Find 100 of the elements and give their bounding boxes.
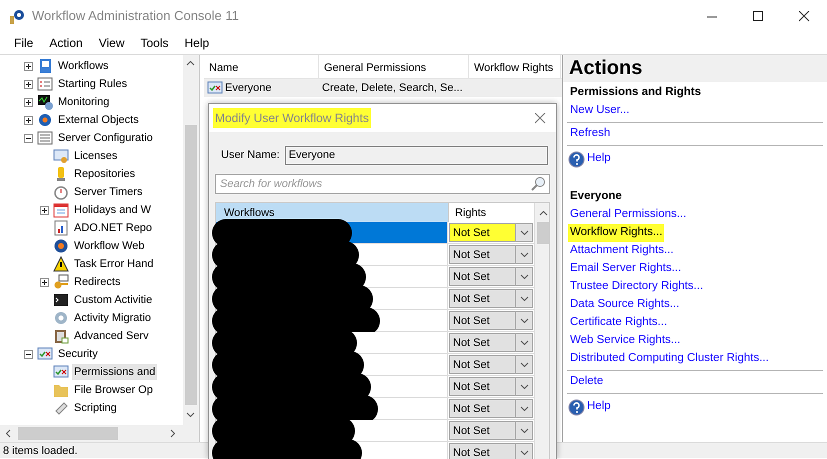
column-header[interactable]: Workflows: [216, 203, 448, 222]
caret-icon: [520, 428, 528, 434]
user-name-field[interactable]: Everyone: [284, 146, 548, 165]
scroll-up-icon[interactable]: [186, 60, 195, 66]
table-cell-text: Everyone: [225, 80, 272, 96]
tree-item[interactable]: Custom Activitie: [72, 292, 154, 308]
rights-dropdown[interactable]: Not Set: [449, 377, 533, 396]
tree-item[interactable]: Permissions and: [72, 364, 158, 380]
tree-item[interactable]: Scripting: [72, 400, 119, 416]
action-link[interactable]: Help: [585, 398, 613, 416]
caret-icon: [520, 384, 528, 390]
tree-item[interactable]: External Objects: [56, 112, 141, 128]
scroll-up-icon[interactable]: [539, 210, 548, 216]
help-icon: [568, 150, 585, 168]
caret-icon: [520, 252, 528, 258]
tree-item[interactable]: Server Configuratio: [56, 130, 155, 146]
scrollbar[interactable]: [0, 425, 199, 442]
key-icon: [53, 274, 69, 290]
list-icon: [37, 130, 53, 146]
tree-item[interactable]: Advanced Serv: [72, 328, 151, 344]
caret-icon: [520, 296, 528, 302]
action-link[interactable]: Delete: [568, 373, 606, 391]
menu-item[interactable]: Tools: [132, 34, 177, 52]
checklist-icon: [37, 76, 53, 92]
dialog-title: Modify User Workflow Rights: [213, 108, 371, 128]
action-link[interactable]: Trustee Directory Rights...: [568, 278, 706, 296]
action-link[interactable]: Workflow Rights...: [568, 224, 664, 242]
expand-icon[interactable]: [24, 98, 33, 106]
rights-dropdown[interactable]: Not Set: [449, 245, 533, 264]
scrollbar-thumb[interactable]: [537, 222, 549, 244]
scroll-right-icon[interactable]: [170, 429, 176, 438]
action-link[interactable]: New User...: [568, 102, 632, 120]
expand-icon[interactable]: [40, 206, 49, 214]
search-icon: [530, 176, 546, 192]
folder-icon: [53, 382, 69, 398]
field-label: User Name:: [221, 148, 280, 164]
tree-item[interactable]: Starting Rules: [56, 76, 130, 92]
caret-icon: [520, 450, 528, 456]
rights-dropdown[interactable]: Not Set: [449, 311, 533, 330]
tree-item[interactable]: Holidays and W: [72, 202, 154, 218]
search-field[interactable]: Search for workflows: [215, 174, 550, 194]
rights-dropdown[interactable]: Not Set: [449, 333, 533, 352]
scrollbar-thumb[interactable]: [185, 125, 197, 405]
expand-icon[interactable]: [24, 116, 33, 124]
tree-item[interactable]: Repositories: [72, 166, 138, 182]
collapse-icon[interactable]: [24, 134, 33, 142]
tree-item[interactable]: Workflow Web: [72, 238, 147, 254]
action-link[interactable]: Certificate Rights...: [568, 314, 670, 332]
tree-item[interactable]: Workflows: [56, 58, 111, 74]
clipboard-icon: [53, 328, 69, 344]
checkmark-cross-icon: [37, 346, 53, 362]
menu-item[interactable]: Action: [41, 34, 91, 52]
list-row[interactable]: Everyone Create, Delete, Search, Se...: [204, 79, 562, 97]
action-link[interactable]: Data Source Rights...: [568, 296, 682, 314]
rights-dropdown[interactable]: Not Set: [449, 421, 533, 440]
close-icon[interactable]: [535, 112, 546, 124]
help-icon: [568, 398, 585, 416]
tree-item[interactable]: Licenses: [72, 148, 120, 164]
caret-icon: [520, 274, 528, 280]
rights-dropdown[interactable]: Not Set: [449, 267, 533, 286]
rights-dropdown[interactable]: Not Set: [449, 289, 533, 308]
tree-item[interactable]: Security: [56, 346, 100, 362]
checkmark-cross-icon: [207, 81, 223, 95]
tree-item[interactable]: Monitoring: [56, 94, 112, 110]
tree-item[interactable]: Activity Migratio: [72, 310, 154, 326]
pane-title: Actions: [563, 55, 827, 82]
scroll-left-icon[interactable]: [5, 429, 11, 438]
column-header[interactable]: General Permissions: [319, 55, 469, 78]
rights-dropdown[interactable]: Not Set: [449, 399, 533, 418]
action-link[interactable]: Attachment Rights...: [568, 242, 676, 260]
action-link[interactable]: Refresh: [568, 125, 612, 143]
scrollbar-thumb[interactable]: [18, 427, 118, 440]
tree-item[interactable]: Redirects: [72, 274, 122, 290]
action-link[interactable]: Distributed Computing Cluster Rights...: [568, 350, 771, 368]
warning-icon: [53, 256, 69, 272]
menu-item[interactable]: Help: [176, 34, 218, 52]
rights-dropdown[interactable]: Not Set: [449, 443, 533, 459]
action-link[interactable]: General Permissions...: [568, 206, 688, 224]
scroll-down-icon[interactable]: [186, 412, 195, 418]
menu-item[interactable]: File: [6, 34, 42, 52]
column-header[interactable]: Name: [204, 55, 319, 78]
tree-item[interactable]: File Browser Op: [72, 382, 155, 398]
action-link[interactable]: Email Server Rights...: [568, 260, 684, 278]
scrollbar[interactable]: [183, 55, 199, 425]
scrollbar[interactable]: [534, 203, 549, 459]
menu-item[interactable]: View: [90, 34, 132, 52]
tree-item[interactable]: ADO.NET Repo: [72, 220, 154, 236]
collapse-icon[interactable]: [24, 350, 33, 358]
action-link[interactable]: Web Service Rights...: [568, 332, 682, 350]
rights-dropdown[interactable]: Not Set: [449, 223, 533, 242]
column-header[interactable]: Workflow Rights: [469, 55, 561, 78]
expand-icon[interactable]: [40, 278, 49, 286]
rights-dropdown[interactable]: Not Set: [449, 355, 533, 374]
expand-icon[interactable]: [24, 80, 33, 88]
action-link[interactable]: Help: [585, 150, 613, 168]
stopwatch-icon: [53, 184, 69, 200]
tree-item[interactable]: Server Timers: [72, 184, 144, 200]
section-heading: Everyone: [569, 189, 623, 204]
tree-item[interactable]: Task Error Hand: [72, 256, 156, 272]
expand-icon[interactable]: [24, 62, 33, 70]
